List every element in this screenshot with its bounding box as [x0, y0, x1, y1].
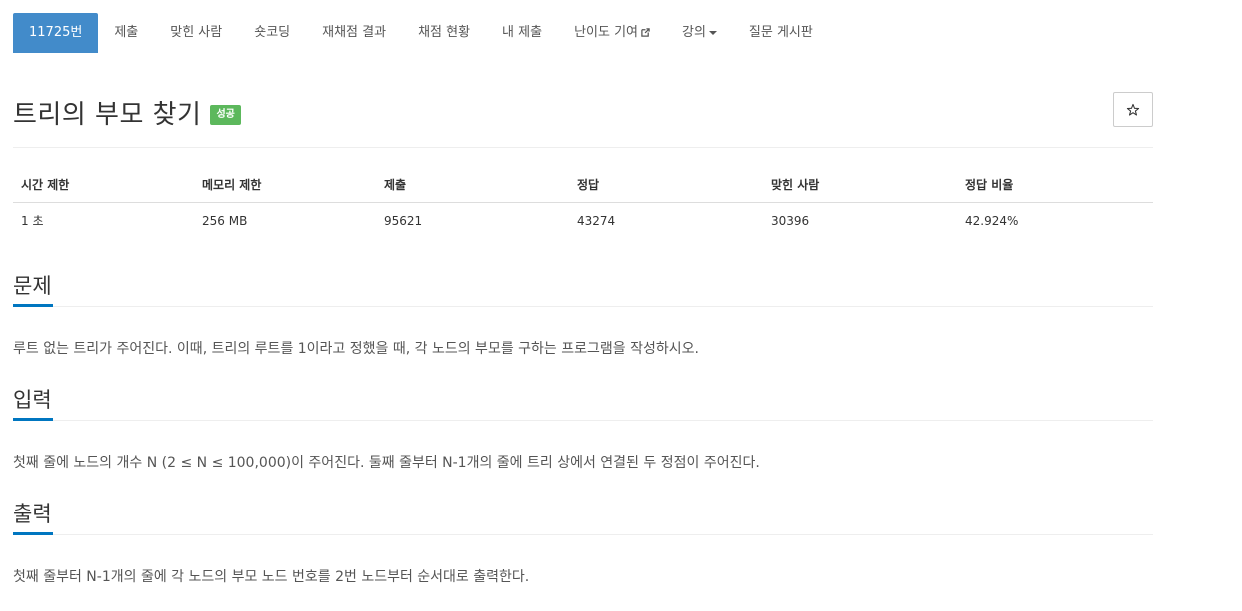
description-heading: 문제 — [13, 274, 52, 298]
tab-judge-status[interactable]: 채점 현황 — [402, 13, 486, 53]
accepted-value: 43274 — [577, 213, 616, 228]
tab-label: 맞힌 사람 — [170, 25, 223, 40]
tab-my-submissions[interactable]: 내 제출 — [486, 13, 558, 53]
favorite-button[interactable] — [1113, 92, 1153, 127]
tab-rejudge-results[interactable]: 재채점 결과 — [306, 13, 402, 53]
caret-down-icon — [708, 30, 717, 35]
output-divider — [13, 534, 1153, 535]
input-heading: 입력 — [13, 388, 52, 412]
star-icon — [1126, 103, 1140, 116]
problem-title: 트리의 부모 찾기 — [13, 99, 202, 130]
tab-problem-number[interactable]: 11725번 — [13, 13, 99, 53]
tab-solved-users[interactable]: 맞힌 사람 — [154, 13, 238, 53]
col-header-accept-ratio: 정답 비율 — [957, 166, 1153, 203]
col-header-solved-users: 맞힌 사람 — [763, 166, 957, 203]
input-underline — [13, 418, 53, 421]
status-badge: 성공 — [210, 105, 241, 125]
tab-label: 질문 게시판 — [748, 25, 813, 40]
problem-info-table: 시간 제한 메모리 제한 제출 정답 맞힌 사람 정답 비율 1 초 256 M… — [13, 166, 1153, 238]
problem-title-row: 트리의 부모 찾기 성공 — [13, 92, 241, 132]
submissions-value: 95621 — [384, 213, 423, 228]
col-header-time-limit: 시간 제한 — [13, 166, 194, 203]
tab-label: 숏코딩 — [254, 25, 291, 40]
tab-short-coding[interactable]: 숏코딩 — [238, 13, 306, 53]
description-underline — [13, 304, 53, 307]
tab-question-board[interactable]: 질문 게시판 — [733, 13, 829, 53]
tab-difficulty-contribution[interactable]: 난이도 기여 — [558, 13, 666, 53]
output-heading: 출력 — [13, 502, 52, 526]
accept-ratio-value: 42.924% — [965, 213, 1019, 228]
tab-label: 재채점 결과 — [322, 25, 387, 40]
time-limit-value: 1 초 — [21, 214, 44, 228]
table-row: 1 초 256 MB 95621 43274 30396 42.924% — [13, 203, 1153, 239]
input-divider — [13, 420, 1153, 421]
col-header-submissions: 제출 — [376, 166, 569, 203]
memory-limit-value: 256 MB — [202, 213, 248, 228]
tab-label: 내 제출 — [502, 25, 543, 40]
col-header-memory-limit: 메모리 제한 — [194, 166, 376, 203]
external-link-icon — [641, 28, 650, 37]
description-text: 루트 없는 트리가 주어진다. 이때, 트리의 루트를 1이라고 정했을 때, … — [13, 341, 699, 357]
tab-label: 채점 현황 — [418, 25, 471, 40]
tab-label: 난이도 기여 — [574, 25, 638, 40]
tab-label: 11725번 — [29, 25, 83, 40]
problem-nav-tabs: 11725번 제출 맞힌 사람 숏코딩 재채점 결과 채점 현황 내 제출 난이… — [13, 13, 829, 53]
tab-lectures-dropdown[interactable]: 강의 — [666, 13, 733, 53]
tab-label: 제출 — [114, 25, 139, 40]
description-divider — [13, 306, 1153, 307]
problem-page: 11725번 제출 맞힌 사람 숏코딩 재채점 결과 채점 현황 내 제출 난이… — [0, 0, 1242, 611]
col-header-accepted: 정답 — [569, 166, 763, 203]
solved-users-value: 30396 — [771, 213, 810, 228]
tab-label: 강의 — [682, 25, 706, 40]
output-text: 첫째 줄부터 N-1개의 줄에 각 노드의 부모 노드 번호를 2번 노드부터 … — [13, 569, 530, 585]
tab-submit[interactable]: 제출 — [98, 13, 154, 53]
title-divider — [13, 147, 1153, 148]
table-header-row: 시간 제한 메모리 제한 제출 정답 맞힌 사람 정답 비율 — [13, 166, 1153, 203]
input-text: 첫째 줄에 노드의 개수 N (2 ≤ N ≤ 100,000)이 주어진다. … — [13, 455, 760, 471]
output-underline — [13, 532, 53, 535]
